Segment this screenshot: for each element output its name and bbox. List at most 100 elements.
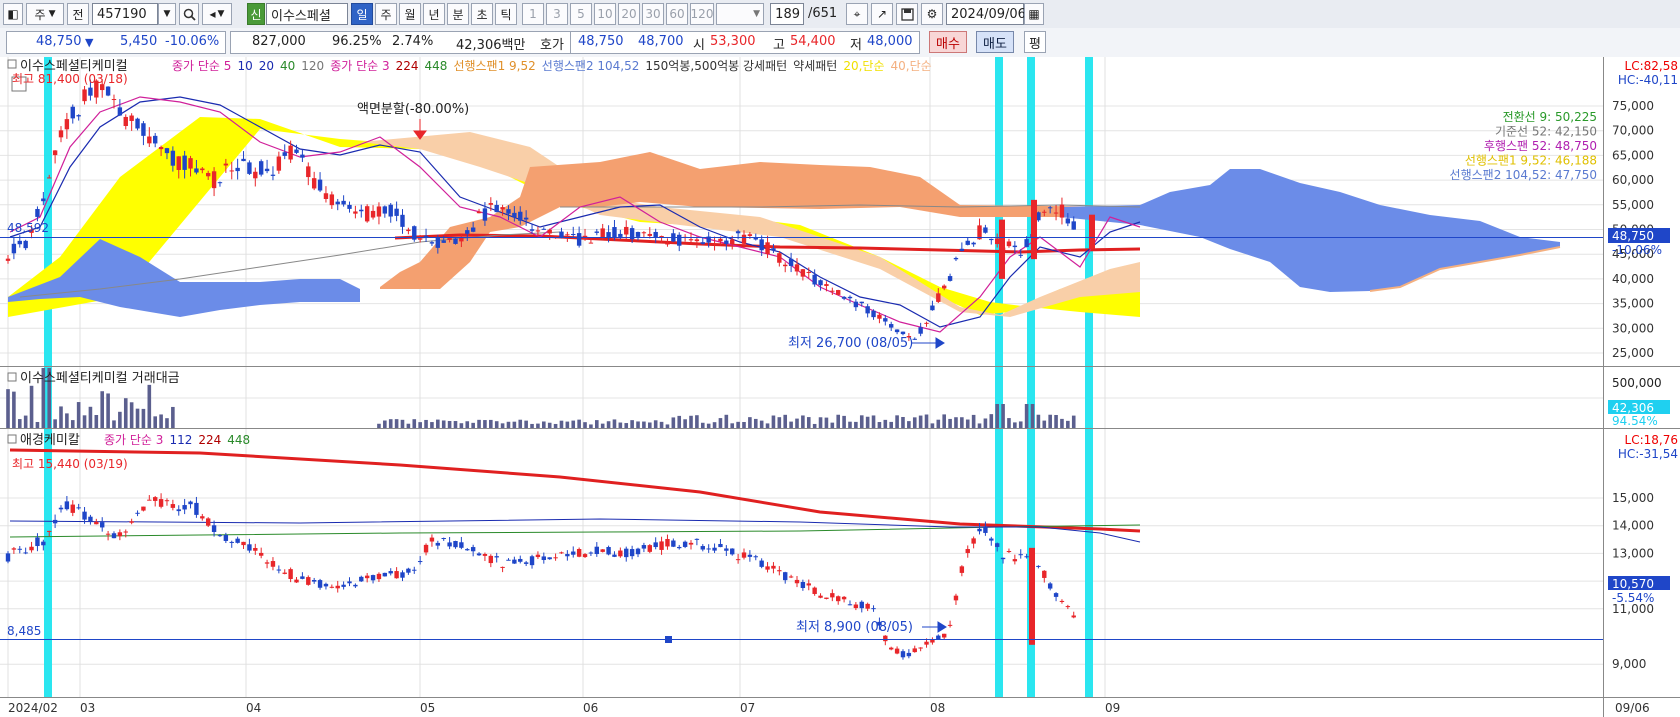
period-value: 주 [34, 7, 46, 22]
candle-body [264, 168, 270, 172]
volume-bar [23, 415, 28, 428]
sub-candle-body [753, 556, 758, 558]
prev-button[interactable]: 전 [67, 3, 89, 25]
save-icon[interactable] [896, 3, 918, 25]
candle-body [11, 243, 17, 254]
interval-60[interactable]: 60 [666, 3, 688, 25]
volume-bar [577, 419, 581, 428]
date-input[interactable]: 2024/09/06 [946, 3, 1026, 25]
sub-candle-body [370, 575, 376, 581]
candle-body [406, 229, 411, 232]
candle-body [747, 234, 753, 236]
sound-icon[interactable]: ◂ ▼ [202, 3, 232, 25]
candle-body [164, 148, 170, 154]
sub-candle-body [665, 538, 670, 547]
y-tick-label: 60,000 [1612, 173, 1654, 187]
sub-candle-body [565, 554, 570, 557]
sub-candle-body [859, 601, 864, 609]
y-tick-label: 14,000 [1612, 519, 1654, 533]
candle-body [618, 233, 623, 237]
sub-candle-body [158, 499, 164, 507]
volume-bar [500, 423, 505, 428]
candle-body [211, 171, 217, 189]
candle-body [930, 305, 935, 311]
candle-body [453, 238, 458, 244]
volume: 827,000 [252, 34, 306, 49]
sub-candle-body [100, 522, 105, 528]
volume-bar [530, 423, 534, 428]
tab-day[interactable]: 일 [351, 3, 373, 25]
legend-item: 약세패턴 [793, 58, 837, 73]
legend-item: 224 [396, 59, 419, 73]
candle-body [765, 242, 770, 254]
tab-week[interactable]: 주 [375, 3, 397, 25]
flat-button[interactable]: 평 [1024, 31, 1046, 53]
sub-candle-body [747, 554, 753, 557]
candle-body [341, 200, 346, 205]
layout-icon[interactable]: ◧ [3, 3, 23, 25]
candle-body [276, 156, 282, 171]
ichimoku-value: 전환선 9: 50,225 [1503, 110, 1597, 124]
candle-body [1006, 241, 1012, 247]
crosshair-icon[interactable]: ⌖ [846, 3, 868, 25]
candle-body [258, 161, 264, 175]
sell-button[interactable]: 매도 [976, 31, 1014, 53]
interval-5[interactable]: 5 [570, 3, 592, 25]
buy-button[interactable]: 매수 [929, 31, 967, 53]
tab-minute[interactable]: 분 [447, 3, 469, 25]
candle-body [883, 318, 888, 322]
tab-tick[interactable]: 틱 [495, 3, 517, 25]
legend-item: 150억봉,500억봉 강세패턴 [645, 59, 787, 73]
interval-3[interactable]: 3 [546, 3, 568, 25]
candle-body [724, 240, 729, 244]
sub-candle-body [335, 585, 340, 589]
candle-body [759, 239, 764, 251]
candle-body [518, 211, 523, 221]
sub-candle-body [247, 544, 252, 551]
sub-candle-body [264, 562, 270, 564]
count-input[interactable]: 189 [770, 3, 804, 25]
code-dropdown-icon[interactable]: ▼ [158, 3, 176, 25]
volume-bar [1042, 420, 1047, 428]
sub-candle-body [376, 573, 382, 580]
interval-30[interactable]: 30 [642, 3, 664, 25]
tab-month[interactable]: 월 [399, 3, 421, 25]
stock-name-field[interactable]: 이수스페셜 [266, 3, 348, 25]
period-select[interactable]: 주 ▼ [26, 3, 64, 25]
sub-candle-body [518, 558, 523, 562]
sub-candle-body [105, 533, 111, 535]
sub-candle-body [447, 542, 452, 547]
tab-year[interactable]: 년 [423, 3, 445, 25]
legend-item: 종가 단순 5 [172, 59, 231, 73]
volume-bar [388, 419, 393, 428]
chevron-down-icon: ▼ [48, 9, 56, 19]
volume-bar [924, 414, 929, 428]
volume-bar [936, 419, 941, 428]
sub-candle-body [11, 548, 17, 550]
sub-candle-body [971, 538, 976, 544]
candle-body [129, 115, 134, 121]
legend-item: 선행스팬1 9,52 [453, 58, 535, 73]
interval-20[interactable]: 20 [618, 3, 640, 25]
tab-second[interactable]: 초 [471, 3, 493, 25]
sub-candle-body [883, 635, 888, 642]
search-icon[interactable] [179, 3, 199, 25]
sub-candle-body [659, 541, 664, 550]
sub-candle-body [41, 541, 46, 546]
candle-body [871, 310, 876, 318]
sub-candle-body [812, 587, 817, 594]
sub-candle-body [629, 549, 635, 557]
volume-bar [536, 423, 540, 428]
legend-item: 40,단순 [891, 59, 932, 73]
calendar-icon[interactable]: ▦ [1024, 3, 1044, 25]
gear-icon[interactable]: ⚙ [921, 3, 943, 25]
code-input[interactable]: 457190 [92, 3, 158, 25]
chart-area[interactable]: 이수스페셜티케미컬 종가 단순 5 10 20 40 120 종가 단순 3 224 448 선… [0, 57, 1680, 717]
interval-1[interactable]: 1 [522, 3, 544, 25]
candle-body [529, 229, 535, 231]
candle-body [217, 182, 223, 184]
draw-tool-icon[interactable]: ↗ [871, 3, 893, 25]
interval-120[interactable]: 120 [690, 3, 714, 25]
custom-interval-select[interactable]: ▼ [716, 3, 764, 25]
interval-10[interactable]: 10 [594, 3, 616, 25]
